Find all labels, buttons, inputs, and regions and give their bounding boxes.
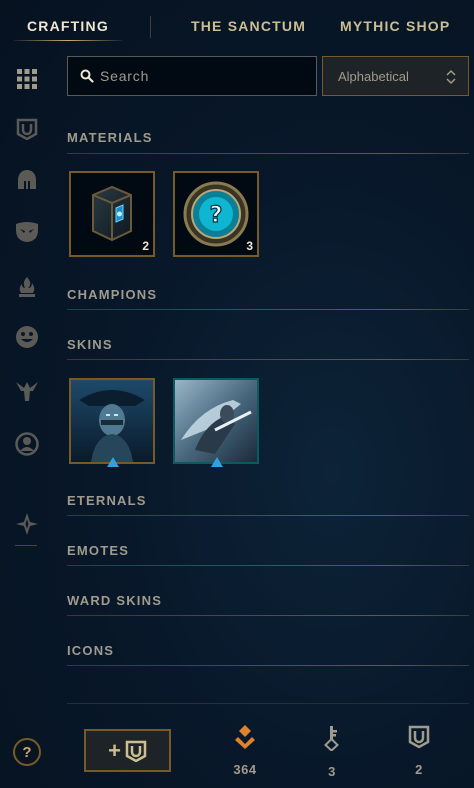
skin-portrait-image bbox=[71, 380, 153, 462]
chests-count: 2 bbox=[415, 762, 423, 777]
skin-shard-1[interactable] bbox=[69, 378, 155, 467]
tab-crafting[interactable]: CRAFTING bbox=[27, 18, 109, 34]
section-divider bbox=[67, 359, 469, 360]
keys-count: 3 bbox=[328, 764, 336, 779]
section-title-emotes[interactable]: EMOTES bbox=[67, 543, 129, 558]
ward-icon[interactable] bbox=[14, 378, 40, 404]
help-button[interactable]: ? bbox=[13, 738, 41, 766]
chest-icon bbox=[408, 725, 430, 754]
sort-dropdown[interactable]: Alphabetical bbox=[322, 56, 469, 96]
section-divider bbox=[67, 565, 469, 566]
mystery-orb-icon: ? bbox=[183, 181, 249, 247]
skin-shard-2[interactable] bbox=[173, 378, 259, 467]
section-title-ward-skins[interactable]: WARD SKINS bbox=[67, 593, 162, 608]
svg-text:?: ? bbox=[210, 203, 223, 228]
key-icon bbox=[324, 725, 340, 756]
orange-essence-count: 364 bbox=[233, 762, 257, 777]
chest-icon bbox=[125, 740, 147, 762]
sidebar-divider bbox=[15, 545, 37, 546]
profile-icon[interactable] bbox=[14, 431, 40, 457]
search-box[interactable] bbox=[67, 56, 317, 96]
plus-label: + bbox=[108, 737, 121, 763]
help-label: ? bbox=[22, 743, 32, 761]
skin-portrait-image bbox=[175, 380, 257, 462]
chevron-up-down-icon bbox=[446, 68, 456, 89]
orange-essence-wallet: 364 bbox=[220, 725, 270, 777]
chests-wallet: 2 bbox=[394, 725, 444, 777]
section-divider bbox=[67, 153, 469, 154]
mask-icon[interactable] bbox=[14, 219, 40, 245]
material-hextech-chest[interactable]: 2 bbox=[69, 171, 155, 257]
section-title-materials[interactable]: MATERIALS bbox=[67, 130, 153, 145]
search-icon bbox=[80, 69, 94, 83]
keys-wallet: 3 bbox=[307, 725, 357, 779]
section-title-skins[interactable]: SKINS bbox=[67, 337, 113, 352]
material-mystery-orb[interactable]: ? 3 bbox=[173, 171, 259, 257]
add-chest-button[interactable]: + bbox=[84, 729, 171, 772]
material-count: 3 bbox=[246, 239, 253, 253]
orange-essence-icon bbox=[234, 725, 256, 754]
triangle-icon bbox=[211, 454, 223, 472]
material-count: 2 bbox=[142, 239, 149, 253]
flame-icon[interactable] bbox=[14, 274, 40, 300]
section-divider bbox=[67, 665, 469, 666]
chest-icon[interactable] bbox=[14, 116, 40, 142]
top-navigation: CRAFTING THE SANCTUM MYTHIC SHOP bbox=[0, 0, 474, 56]
section-title-champions[interactable]: CHAMPIONS bbox=[67, 287, 157, 302]
search-input[interactable] bbox=[100, 68, 300, 84]
emote-icon[interactable] bbox=[14, 324, 40, 350]
section-divider bbox=[67, 309, 469, 310]
helmet-icon[interactable] bbox=[14, 167, 40, 193]
hextech-chest-icon bbox=[92, 185, 132, 242]
footer-divider bbox=[67, 703, 469, 704]
tab-mythic-shop[interactable]: MYTHIC SHOP bbox=[340, 18, 450, 34]
eternals-icon[interactable] bbox=[14, 511, 40, 537]
sort-selected-value: Alphabetical bbox=[338, 68, 409, 84]
section-divider bbox=[67, 615, 469, 616]
nav-divider bbox=[150, 16, 151, 38]
section-title-eternals[interactable]: ETERNALS bbox=[67, 493, 147, 508]
section-title-icons[interactable]: ICONS bbox=[67, 643, 114, 658]
section-divider bbox=[67, 515, 469, 516]
grid-icon[interactable] bbox=[14, 66, 40, 92]
active-tab-underline bbox=[14, 40, 122, 41]
tab-the-sanctum[interactable]: THE SANCTUM bbox=[191, 18, 306, 34]
triangle-icon bbox=[107, 454, 119, 472]
